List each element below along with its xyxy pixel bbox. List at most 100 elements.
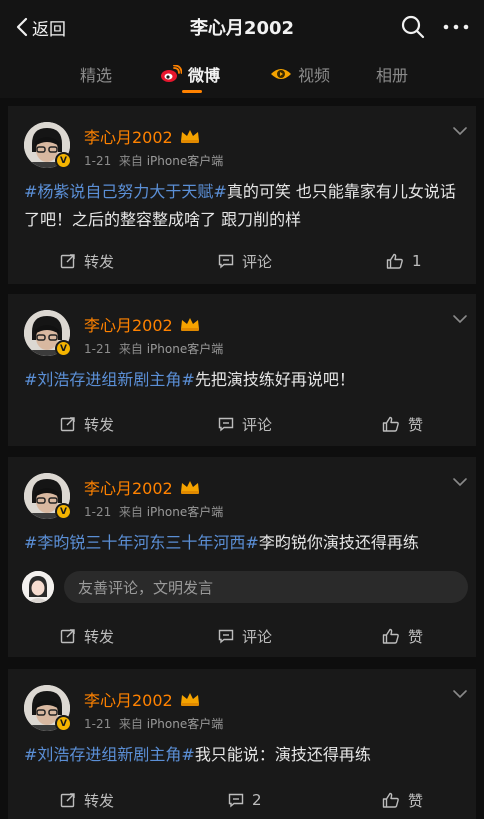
post-text: #杨紫说自己努力大于天赋#真的可笑 也只能靠家有儿女说话了吧！之后的整容整成啥了… xyxy=(24,178,464,234)
comment-label: 2 xyxy=(252,791,262,809)
username-link[interactable]: 李心月2002 xyxy=(84,475,201,499)
username: 李心月2002 xyxy=(84,479,173,498)
post-meta: 1-21 来自 iPhone客户端 xyxy=(84,152,223,169)
post-actions: 转发 评论 赞 xyxy=(8,621,476,651)
chevron-down-icon[interactable] xyxy=(452,689,468,699)
topic-link[interactable]: #刘浩存进组新剧主角# xyxy=(24,370,195,389)
like-button[interactable]: 1 xyxy=(386,246,422,276)
post-text: #刘浩存进组新剧主角#我只能说：演技还得再练 xyxy=(24,741,464,769)
search-icon[interactable] xyxy=(400,14,426,40)
username-link[interactable]: 李心月2002 xyxy=(84,312,201,336)
username: 李心月2002 xyxy=(84,316,173,335)
repost-icon xyxy=(60,629,75,644)
repost-button[interactable]: 转发 xyxy=(60,246,114,276)
post-body: 先把演技练好再说吧！ xyxy=(194,370,355,389)
profile-tabs: 精选 微博 视频 相册 xyxy=(0,52,484,98)
crown-icon xyxy=(180,481,199,494)
post-date: 1-21 xyxy=(84,505,112,519)
tab-weibo[interactable]: 微博 xyxy=(160,62,220,86)
post-date: 1-21 xyxy=(84,717,112,731)
post-source: iPhone客户端 xyxy=(146,154,224,168)
like-button[interactable]: 赞 xyxy=(382,409,423,439)
chevron-down-icon[interactable] xyxy=(452,477,468,487)
post-text: #刘浩存进组新剧主角#先把演技练好再说吧！ xyxy=(24,366,464,394)
repost-label: 转发 xyxy=(84,415,115,434)
post-body: 我只能说：演技还得再练 xyxy=(194,745,371,764)
tab-video[interactable]: 视频 xyxy=(270,62,330,86)
top-bar: 返回 李心月2002 xyxy=(0,0,484,52)
repost-button[interactable]: 转发 xyxy=(60,409,114,439)
active-tab-indicator xyxy=(182,90,202,93)
like-button[interactable]: 赞 xyxy=(382,621,423,651)
chevron-left-icon xyxy=(16,17,28,37)
comment-icon xyxy=(218,629,234,644)
verified-badge-icon: V xyxy=(55,503,72,520)
verified-badge-icon: V xyxy=(55,715,72,732)
tab-label: 相册 xyxy=(376,66,409,85)
repost-button[interactable]: 转发 xyxy=(60,621,114,651)
comment-label: 评论 xyxy=(242,252,273,271)
my-avatar xyxy=(22,571,54,603)
like-button[interactable]: 赞 xyxy=(382,785,423,815)
comment-button[interactable]: 2 xyxy=(228,785,262,815)
back-label: 返回 xyxy=(32,19,66,40)
thumbs-up-icon xyxy=(382,792,399,808)
post-card[interactable]: V 李心月2002 1-21 来自 iPhone客户端 #李昀锐三十年河东三十年… xyxy=(8,457,476,657)
like-label: 赞 xyxy=(408,791,424,810)
post-meta: 1-21 来自 iPhone客户端 xyxy=(84,340,223,357)
more-icon[interactable] xyxy=(442,14,470,40)
repost-icon xyxy=(60,417,75,432)
comment-icon xyxy=(218,417,234,432)
back-button[interactable]: 返回 xyxy=(16,14,66,40)
source-prefix: 来自 xyxy=(118,342,143,356)
username: 李心月2002 xyxy=(84,691,173,710)
tab-label: 视频 xyxy=(298,66,331,85)
post-actions: 转发 2 赞 xyxy=(8,785,476,815)
comment-button[interactable]: 评论 xyxy=(218,621,272,651)
repost-button[interactable]: 转发 xyxy=(60,785,114,815)
comment-button[interactable]: 评论 xyxy=(218,246,272,276)
username-link[interactable]: 李心月2002 xyxy=(84,687,201,711)
post-body: 李昀锐你演技还得再练 xyxy=(258,533,419,552)
verified-badge-icon: V xyxy=(55,152,72,169)
comment-icon xyxy=(218,254,234,269)
comment-button[interactable]: 评论 xyxy=(218,409,272,439)
chevron-down-icon[interactable] xyxy=(452,314,468,324)
tab-album[interactable]: 相册 xyxy=(376,62,408,86)
thumbs-up-icon xyxy=(382,628,399,644)
tab-label: 精选 xyxy=(80,66,113,85)
video-eye-icon xyxy=(271,69,291,79)
thumbs-up-icon xyxy=(382,416,399,432)
like-label: 赞 xyxy=(408,415,424,434)
repost-label: 转发 xyxy=(84,791,115,810)
repost-icon xyxy=(60,254,75,269)
post-card[interactable]: V 李心月2002 1-21 来自 iPhone客户端 #杨紫说自己努力大于天赋… xyxy=(8,106,476,284)
username-link[interactable]: 李心月2002 xyxy=(84,124,201,148)
post-card[interactable]: V 李心月2002 1-21 来自 iPhone客户端 #刘浩存进组新剧主角#我… xyxy=(8,669,476,819)
tab-featured[interactable]: 精选 xyxy=(80,62,112,86)
post-meta: 1-21 来自 iPhone客户端 xyxy=(84,715,223,732)
topic-link[interactable]: #李昀锐三十年河东三十年河西# xyxy=(24,533,259,552)
post-card[interactable]: V 李心月2002 1-21 来自 iPhone客户端 #刘浩存进组新剧主角#先… xyxy=(8,294,476,446)
like-label: 1 xyxy=(412,252,422,270)
comment-label: 评论 xyxy=(242,415,273,434)
crown-icon xyxy=(180,318,199,331)
post-source: iPhone客户端 xyxy=(146,717,224,731)
comment-input[interactable]: 友善评论，文明发言 xyxy=(64,571,468,603)
post-date: 1-21 xyxy=(84,154,112,168)
source-prefix: 来自 xyxy=(118,154,143,168)
like-label: 赞 xyxy=(408,627,424,646)
my-avatar-image xyxy=(22,571,54,603)
comment-icon xyxy=(228,793,244,808)
post-actions: 转发 评论 1 xyxy=(8,246,476,276)
topic-link[interactable]: #刘浩存进组新剧主角# xyxy=(24,745,195,764)
comment-placeholder: 友善评论，文明发言 xyxy=(78,578,214,597)
verified-badge-icon: V xyxy=(55,340,72,357)
repost-label: 转发 xyxy=(84,627,115,646)
post-actions: 转发 评论 赞 xyxy=(8,409,476,439)
repost-label: 转发 xyxy=(84,252,115,271)
post-text: #李昀锐三十年河东三十年河西#李昀锐你演技还得再练 xyxy=(24,529,464,557)
topic-link[interactable]: #杨紫说自己努力大于天赋# xyxy=(24,182,227,201)
crown-icon xyxy=(180,130,199,143)
chevron-down-icon[interactable] xyxy=(452,126,468,136)
